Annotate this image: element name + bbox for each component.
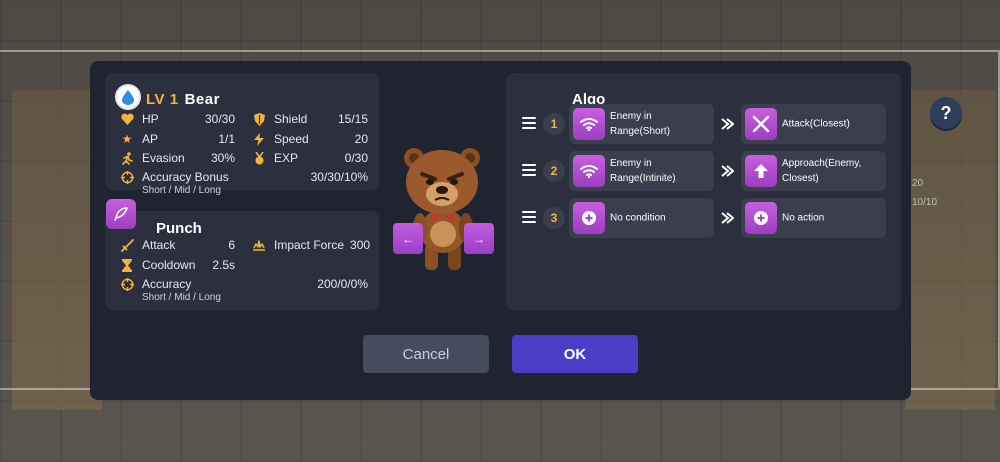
lightning-icon	[252, 132, 266, 146]
hourglass-icon	[120, 258, 134, 272]
algo-row-number: 3	[543, 207, 565, 229]
previous-character-button[interactable]: ←	[393, 223, 423, 254]
stat-speed: Speed	[252, 132, 309, 146]
algo-card: Algo 1 Enemy in Range(Short) Attack(Clos…	[506, 73, 901, 310]
skill-accuracy-label: Accuracy	[142, 277, 192, 291]
impact-icon	[252, 238, 266, 252]
background-readout-2: 10/10	[912, 197, 938, 208]
stat-value: 30/30	[204, 112, 235, 126]
character-portrait	[392, 136, 496, 276]
feather-skill-icon	[106, 199, 136, 229]
plus-icon	[745, 202, 777, 234]
skill-impact-value: 300	[350, 238, 371, 252]
heart-icon	[120, 112, 134, 126]
stat-value: 1/1	[218, 132, 235, 146]
stat-label: Speed	[274, 132, 309, 146]
stat-value: 0/30	[344, 151, 368, 165]
action-slot[interactable]: No action	[741, 198, 886, 238]
action-text: Attack(Closest)	[782, 118, 850, 130]
drag-handle-icon[interactable]	[522, 117, 536, 129]
wifi-icon	[573, 155, 605, 187]
stat-shield: Shield	[252, 112, 307, 126]
stat-label: Shield	[274, 112, 308, 126]
flow-arrow-icon	[721, 118, 734, 130]
ok-button[interactable]: OK	[512, 335, 638, 373]
algo-row: 1 Enemy in Range(Short) Attack(Closest)	[506, 104, 901, 144]
accuracy-bonus-ranges: Short / Mid / Long	[142, 185, 221, 196]
character-name: Bear	[184, 91, 220, 108]
stat-ap: ★ AP	[120, 132, 158, 146]
next-character-button[interactable]: →	[464, 223, 494, 254]
skill-impact-force: Impact Force 300	[252, 238, 370, 252]
action-slot[interactable]: Approach(Enemy, Closest)	[741, 151, 886, 191]
stat-hp: HP	[120, 112, 159, 126]
algo-row: 2 Enemy in Range(Intinite) Approach(Enem…	[506, 151, 901, 191]
skill-attack: Attack	[120, 238, 175, 252]
medal-icon	[252, 151, 266, 165]
condition-text: Enemy in Range(Intinite)	[610, 158, 676, 184]
condition-slot[interactable]: Enemy in Range(Intinite)	[569, 151, 714, 191]
stat-exp: EXP	[252, 151, 298, 165]
condition-text: No condition	[610, 212, 666, 224]
condition-text: Enemy in Range(Short)	[610, 111, 671, 137]
crosshair-icon	[120, 170, 134, 184]
skill-attack-label: Attack	[142, 238, 176, 252]
action-text: No action	[782, 212, 825, 224]
plus-icon	[573, 202, 605, 234]
water-drop-icon	[115, 84, 141, 110]
skill-cooldown-value: 2.5s	[212, 258, 235, 272]
cancel-button[interactable]: Cancel	[363, 335, 489, 373]
stat-accuracy-bonus: Accuracy Bonus	[120, 170, 229, 184]
algo-row-number: 1	[543, 113, 565, 135]
sword-icon	[120, 238, 134, 252]
skill-card: Attack 6 Impact Force 300 Cooldown 2.5s …	[105, 211, 379, 310]
unit-detail-dialog: LV 1 Bear HP 30/30 ★ AP 1/1 Evasion 30% S…	[90, 61, 911, 400]
skill-attack-value: 6	[228, 238, 235, 252]
level-label: LV 1	[146, 91, 179, 108]
stat-label: Evasion	[142, 151, 185, 165]
flow-arrow-icon	[721, 212, 734, 224]
skill-name: Punch	[156, 220, 202, 237]
crossed-swords-icon	[745, 108, 777, 140]
stat-value: 30%	[210, 151, 235, 165]
character-stats-card: LV 1 Bear HP 30/30 ★ AP 1/1 Evasion 30% S…	[105, 73, 379, 196]
algo-row: 3 No condition No action	[506, 198, 901, 238]
character-title: LV 1 Bear	[146, 91, 220, 108]
stat-evasion: Evasion	[120, 151, 185, 165]
skill-accuracy: Accuracy	[120, 277, 191, 291]
bear-character-image	[404, 148, 480, 270]
stat-label: Accuracy Bonus	[142, 170, 229, 184]
drag-handle-icon[interactable]	[522, 211, 536, 223]
accuracy-bonus-value: 30/30/10%	[310, 170, 368, 184]
condition-slot[interactable]: Enemy in Range(Short)	[569, 104, 714, 144]
stat-value: 15/15	[337, 112, 368, 126]
stat-label: AP	[142, 132, 159, 146]
skill-accuracy-value: 200/0/0%	[317, 277, 368, 291]
algo-row-number: 2	[543, 160, 565, 182]
crosshair-icon	[120, 277, 134, 291]
help-button[interactable]: ?	[930, 97, 962, 129]
condition-slot[interactable]: No condition	[569, 198, 714, 238]
shield-icon	[252, 112, 266, 126]
drag-handle-icon[interactable]	[522, 164, 536, 176]
star-icon: ★	[121, 132, 133, 146]
skill-accuracy-ranges: Short / Mid / Long	[142, 292, 221, 303]
wifi-icon	[573, 108, 605, 140]
action-text: Approach(Enemy, Closest)	[782, 158, 862, 184]
up-arrow-icon	[745, 155, 777, 187]
skill-impact-label: Impact Force	[274, 238, 345, 252]
action-slot[interactable]: Attack(Closest)	[741, 104, 886, 144]
stat-value: 20	[354, 132, 368, 146]
stat-label: HP	[142, 112, 159, 126]
background-readout-1: 20	[912, 178, 924, 189]
stat-label: EXP	[274, 151, 299, 165]
flow-arrow-icon	[721, 165, 734, 177]
running-icon	[120, 151, 134, 165]
